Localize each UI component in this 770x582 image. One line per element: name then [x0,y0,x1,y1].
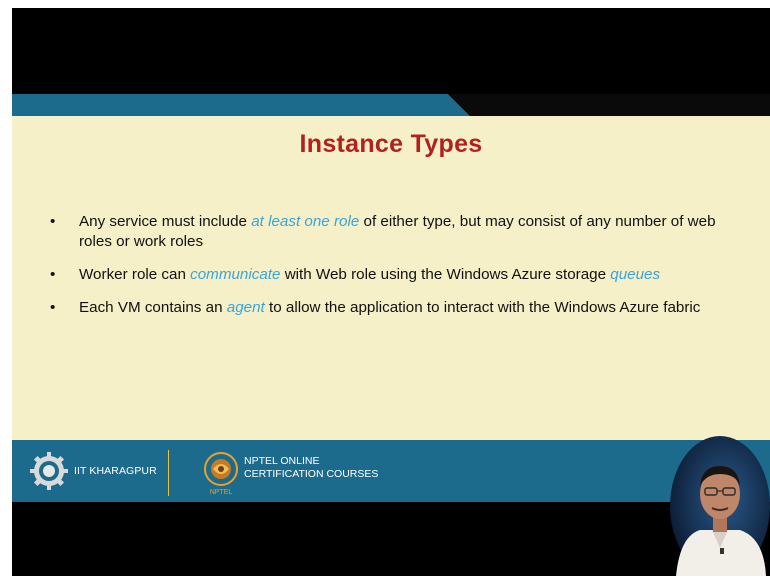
presenter-video-thumbnail [666,436,770,576]
frame-left-border [0,0,12,582]
highlight-text: agent [226,299,265,316]
bullet-item-1: • Any service must include at least one … [50,212,740,252]
footer-divider [168,450,169,496]
footer-banner: IIT KHARAGPUR NPTEL NPTEL ONLINE CERTIFI… [12,440,770,502]
highlight-text: at least one role [251,213,360,230]
highlight-text: communicate [190,266,281,283]
highlight-text: queues [610,266,661,283]
frame-bottom-border [0,576,770,582]
certification-courses-label: CERTIFICATION COURSES [244,468,379,480]
nptel-logo-text: NPTEL [210,489,233,496]
iit-kharagpur-label: IIT KHARAGPUR [74,465,157,477]
slide-header-banner [12,94,770,116]
bullet-text: Each VM contains an [79,299,227,316]
nptel-logo-icon: NPTEL [202,450,240,496]
bullet-text: Any service must include [79,213,252,230]
bullet-item-2: • Worker role can communicate with Web r… [50,265,740,285]
nptel-online-label: NPTEL ONLINE [244,455,320,467]
bullet-marker: • [50,266,56,283]
slide-content: Instance Types • Any service must includ… [12,116,770,440]
bullet-text: with Web role using the Windows Azure st… [280,266,611,283]
bullet-text: Worker role can [79,266,191,283]
frame-top-border [0,0,770,8]
bullet-marker: • [50,213,56,230]
bullet-item-3: • Each VM contains an agent to allow the… [50,298,740,318]
slide-title: Instance Types [299,130,483,158]
bullet-marker: • [50,299,56,316]
bullet-list: • Any service must include at least one … [50,212,740,331]
bullet-text: to allow the application to interact wit… [264,299,701,316]
iit-logo-icon [28,450,70,492]
